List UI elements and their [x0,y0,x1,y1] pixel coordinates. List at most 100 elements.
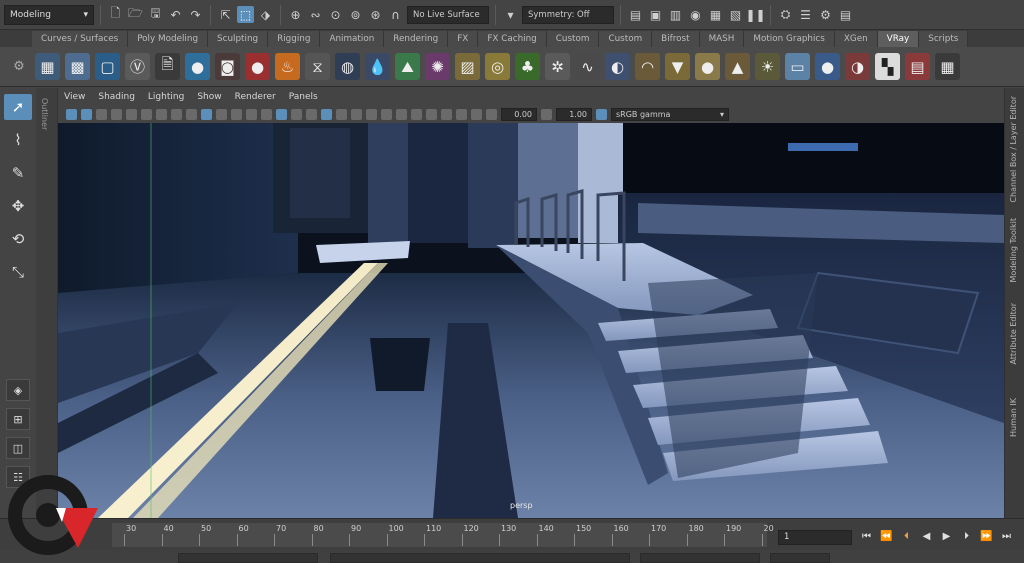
vray-sphere-icon[interactable]: ● [185,53,210,80]
redo-icon[interactable]: ↷ [187,6,204,23]
menu-panels[interactable]: Panels [289,92,318,102]
field-chart-icon[interactable] [216,109,227,120]
channel-box-tab[interactable]: Channel Box / Layer Editor [1009,96,1018,203]
frame-buffer-icon[interactable]: ▢ [95,53,120,80]
shelf-tab-vray[interactable]: VRay [877,31,920,47]
menu-set-select[interactable]: Modeling ▾ [4,4,94,25]
range-slider-bar[interactable] [330,553,630,563]
vray-proxy-icon[interactable]: ▩ [65,53,90,80]
step-back-key-icon[interactable]: ⏪ [880,529,893,544]
perspective-viewport[interactable]: persp [58,123,1004,518]
gamma-icon[interactable] [541,109,552,120]
checker-icon[interactable]: ▚ [875,53,900,80]
live-surface-field[interactable]: No Live Surface [407,5,489,24]
range-start-field[interactable] [178,553,318,563]
shelf-tab-animation[interactable]: Animation [320,31,385,47]
step-back-frame-icon[interactable]: ⏴ [900,529,913,544]
lasso-tool-icon[interactable]: ⌇ [4,127,32,153]
human-ik-tab[interactable]: Human IK [1009,398,1018,437]
new-scene-icon[interactable]: 🗋 [107,6,124,23]
fur-icon[interactable]: ✺ [425,53,450,80]
go-to-start-icon[interactable]: ⏮ [860,529,873,544]
depth-of-field-icon[interactable] [411,109,422,120]
grid-icon[interactable] [156,109,167,120]
render-view-icon[interactable]: ▤ [627,6,644,23]
menu-show[interactable]: Show [197,92,221,102]
move-tool-icon[interactable]: ✥ [4,193,32,219]
point-light-icon[interactable]: ● [695,53,720,80]
scale-tool-icon[interactable]: ⤡ [4,259,32,285]
symmetry-dropdown-icon[interactable]: ▾ [502,6,519,23]
multisample-aa-icon[interactable] [396,109,407,120]
isolate-select-icon[interactable] [426,109,437,120]
menu-renderer[interactable]: Renderer [235,92,276,102]
image-plane-icon[interactable] [111,109,122,120]
vray-scene-icon[interactable]: ▦ [35,53,60,80]
fire-icon[interactable]: ♨ [275,53,300,80]
shelf-tab-xgen[interactable]: XGen [834,31,878,47]
ipr-render-icon[interactable]: ▥ [667,6,684,23]
shelf-tab-poly-modeling[interactable]: Poly Modeling [128,31,209,47]
rect-light-icon[interactable]: ▭ [785,53,810,80]
shelf-tab-bifrost[interactable]: Bifrost [652,31,700,47]
smooth-shade-icon[interactable] [276,109,287,120]
film-gate-icon[interactable] [171,109,182,120]
shelf-tab-rigging[interactable]: Rigging [268,31,321,47]
render-settings-icon[interactable]: 🗎 [155,53,180,80]
vray-sphere-blue-icon[interactable]: ● [815,53,840,80]
xray-icon[interactable] [441,109,452,120]
menu-shading[interactable]: Shading [98,92,135,102]
hypershade-icon[interactable]: ▦ [707,6,724,23]
paint-select-icon[interactable]: ✎ [4,160,32,186]
water-drop-icon[interactable]: 💧 [365,53,390,80]
pause-icon[interactable]: ❚❚ [745,6,765,23]
color-management-icon[interactable] [596,109,607,120]
resolution-gate-icon[interactable] [186,109,197,120]
step-forward-frame-icon[interactable]: ⏵ [960,529,973,544]
shelf-tab-custom[interactable]: Custom [546,31,600,47]
default-material-icon[interactable] [291,109,302,120]
safe-action-icon[interactable] [231,109,242,120]
render-elements-icon[interactable]: ▤ [905,53,930,80]
shelf-tab-fx-caching[interactable]: FX Caching [478,31,547,47]
ies-light-icon[interactable]: ▲ [725,53,750,80]
outliner-strip[interactable]: Outliner [36,88,58,518]
go-to-end-icon[interactable]: ⏭ [1000,529,1013,544]
snap-grid-icon[interactable]: ⊕ [287,6,304,23]
dome-light-icon[interactable]: ◍ [335,53,360,80]
shelf-tab-rendering[interactable]: Rendering [384,31,449,47]
use-all-lights-icon[interactable] [336,109,347,120]
safe-title-icon[interactable] [246,109,257,120]
vray-render-icon[interactable]: ▧ [727,6,744,23]
attribute-editor-icon[interactable]: ☰ [797,6,814,23]
tool-settings-icon[interactable]: ⚙ [817,6,834,23]
rotate-tool-icon[interactable]: ⟲ [4,226,32,252]
color-material-icon[interactable]: ◑ [845,53,870,80]
screen-space-ao-icon[interactable] [366,109,377,120]
render-settings-icon[interactable]: ◉ [687,6,704,23]
two-d-pan-icon[interactable] [126,109,137,120]
exposure-field[interactable]: 0.00 [501,108,537,121]
xray-components-icon[interactable] [471,109,482,120]
modeling-toolkit-icon[interactable]: ⛭ [777,6,794,23]
symmetry-field[interactable]: Symmetry: Off [522,5,614,24]
step-forward-key-icon[interactable]: ⏩ [980,529,993,544]
shelf-tab-sculpting[interactable]: Sculpting [208,31,269,47]
grass-icon[interactable]: ♣ [515,53,540,80]
snap-point-icon[interactable]: ⊙ [327,6,344,23]
magnet-icon[interactable]: ∩ [387,6,404,23]
vray-logo-icon[interactable]: Ⓥ [125,53,150,80]
modeling-toolkit-tab[interactable]: Modeling Toolkit [1009,218,1018,282]
motion-blur-icon[interactable] [381,109,392,120]
light-rig-icon[interactable]: ⧖ [305,53,330,80]
curve-icon[interactable]: ∿ [575,53,600,80]
fps-select[interactable] [770,553,830,563]
channel-box-icon[interactable]: ▤ [837,6,854,23]
four-view-layout-icon[interactable]: ⊞ [6,408,30,430]
camera-icon[interactable]: ◙ [215,53,240,80]
shelf-tab-scripts[interactable]: Scripts [919,31,969,47]
bookmark-icon[interactable] [96,109,107,120]
shadows-icon[interactable] [351,109,362,120]
exposure-icon[interactable] [486,109,497,120]
attribute-editor-tab[interactable]: Attribute Editor [1009,303,1018,365]
